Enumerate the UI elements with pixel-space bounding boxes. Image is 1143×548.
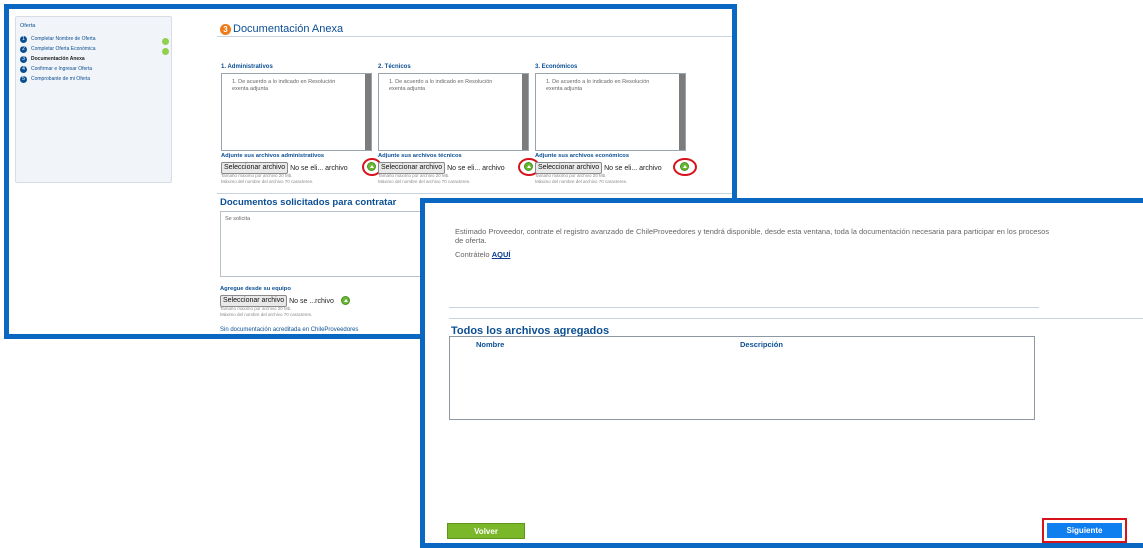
file-status: No se eli... archivo	[604, 164, 662, 172]
step-number: 3	[20, 55, 27, 63]
file-status: No se ...rchivo	[289, 297, 334, 305]
economicos-textbox[interactable]: 1. De acuerdo a lo indicado en Resolució…	[535, 73, 686, 151]
file-hint: Tamaño máximo por archivo 20 Mb. Máximo …	[535, 173, 685, 185]
file-hint: Tamaño máximo por archivo 20 Mb. Máximo …	[378, 173, 528, 185]
volver-button[interactable]: Volver	[447, 523, 525, 539]
step-number: 4	[20, 65, 27, 73]
step-number: 5	[20, 75, 27, 83]
hint-name: Máximo del nombre del archivo 70 caracte…	[535, 179, 628, 184]
adjunte-administrativos-label: Adjunte sus archivos administrativos	[221, 153, 325, 159]
page-title: 3 Documentación Anexa	[220, 23, 343, 35]
column-header-nombre: Nombre	[476, 340, 505, 349]
step-label: Confirmar e Ingresar Oferta	[31, 66, 93, 72]
tecnicos-text: 1. De acuerdo a lo indicado en Resolució…	[389, 79, 493, 92]
sidebar-step-3[interactable]: 3 Documentación Anexa	[20, 55, 85, 63]
hint-name: Máximo del nombre del archivo 70 caracte…	[220, 312, 313, 317]
divider	[449, 318, 1143, 319]
scrollbar[interactable]	[679, 74, 685, 150]
step-label: Comprobante de mi Oferta	[31, 76, 91, 82]
info-box	[449, 207, 1039, 308]
hint-name: Máximo del nombre del archivo 70 caracte…	[221, 179, 314, 184]
sidebar-step-1[interactable]: 1 Completar Nombre de Oferta	[20, 35, 95, 43]
sidebar-step-4[interactable]: 4 Confirmar e Ingresar Oferta	[20, 65, 92, 73]
sidebar-step-2[interactable]: 2 Completar Oferta Económica	[20, 45, 95, 53]
sidebar-title: Oferta	[20, 23, 36, 29]
agregue-label: Agregue desde su equipo	[220, 286, 291, 292]
page-title-text: Documentación Anexa	[233, 23, 344, 35]
info-message: Estimado Proveedor, contrate el registro…	[455, 227, 1050, 245]
tecnicos-label: 2. Técnicos	[378, 64, 411, 70]
aqui-link[interactable]: AQUÍ	[492, 250, 511, 259]
step-number-badge: 3	[220, 23, 231, 35]
step-label: Documentación Anexa	[31, 56, 85, 62]
siguiente-button[interactable]: Siguiente	[1047, 523, 1122, 538]
contratelo-line: Contrátelo AQUÍ	[455, 250, 510, 259]
file-hint: Tamaño máximo por archivo 20 Mb. Máximo …	[221, 173, 371, 185]
column-header-descripcion: Descripción	[740, 340, 783, 349]
files-panel: Estimado Proveedor, contrate el registro…	[420, 198, 1143, 548]
step-label: Completar Nombre de Oferta	[31, 36, 96, 42]
completed-check-icon	[162, 48, 169, 55]
step-number: 1	[20, 35, 27, 43]
adjunte-tecnicos-label: Adjunte sus archivos técnicos	[378, 153, 462, 159]
sin-documentacion-text: Sin documentación acreditada en ChilePro…	[220, 327, 359, 333]
divider	[217, 36, 732, 37]
files-table: Nombre Descripción	[449, 336, 1035, 420]
economicos-label: 3. Económicos	[535, 64, 578, 70]
steps-sidebar: Oferta 1 Completar Nombre de Oferta 2 Co…	[15, 16, 172, 183]
completed-check-icon	[162, 38, 169, 45]
add-file-icon[interactable]	[680, 162, 689, 171]
file-status: No se eli... archivo	[447, 164, 505, 172]
add-file-icon[interactable]	[524, 162, 533, 171]
add-file-icon[interactable]	[341, 296, 350, 305]
administrativos-label: 1. Administrativos	[221, 64, 273, 70]
contratelo-text: Contrátelo	[455, 250, 490, 259]
hint-name: Máximo del nombre del archivo 70 caracte…	[378, 179, 471, 184]
divider	[217, 193, 732, 194]
scrollbar[interactable]	[522, 74, 528, 150]
economicos-text: 1. De acuerdo a lo indicado en Resolució…	[546, 79, 650, 92]
docs-section-title: Documentos solicitados para contratar	[220, 197, 397, 208]
tecnicos-textbox[interactable]: 1. De acuerdo a lo indicado en Resolució…	[378, 73, 529, 151]
add-file-icon[interactable]	[367, 162, 376, 171]
step-label: Completar Oferta Económica	[31, 46, 96, 52]
file-status: No se eli... archivo	[290, 164, 348, 172]
file-hint: Tamaño máximo por archivo 20 Mb. Máximo …	[220, 306, 370, 318]
sidebar-step-5[interactable]: 5 Comprobante de mi Oferta	[20, 75, 90, 83]
administrativos-text: 1. De acuerdo a lo indicado en Resolució…	[232, 79, 336, 92]
docs-requested-box: Se solicita N	[220, 211, 440, 277]
adjunte-economicos-label: Adjunte sus archivos económicos	[535, 153, 630, 159]
docs-text: Se solicita	[225, 216, 251, 222]
step-number: 2	[20, 45, 27, 53]
administrativos-textbox[interactable]: 1. De acuerdo a lo indicado en Resolució…	[221, 73, 372, 151]
scrollbar[interactable]	[365, 74, 371, 150]
siguiente-highlight: Siguiente	[1042, 518, 1127, 543]
